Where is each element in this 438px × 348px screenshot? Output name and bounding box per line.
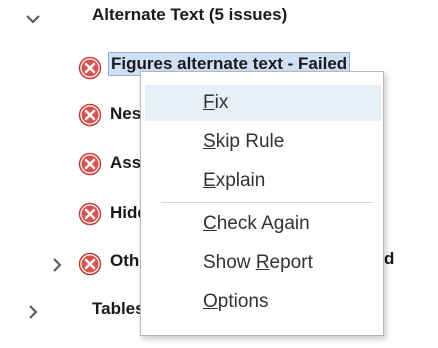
failed-x-icon bbox=[78, 56, 102, 80]
menu-item-label: Fix bbox=[203, 92, 229, 113]
menu-mnemonic: O bbox=[203, 291, 218, 312]
menu-mnemonic: S bbox=[203, 131, 216, 152]
failed-x-icon bbox=[78, 152, 102, 176]
menu-mnemonic: E bbox=[203, 170, 216, 191]
menu-item-label: Skip Rule bbox=[203, 131, 285, 152]
failed-x-icon bbox=[78, 252, 102, 276]
failed-x-icon bbox=[78, 202, 102, 226]
chevron-right-icon[interactable] bbox=[48, 256, 66, 274]
menu-mnemonic: C bbox=[203, 213, 217, 234]
menu-item-fix[interactable]: Fix bbox=[145, 85, 381, 121]
issue-label-trailing: d bbox=[384, 249, 395, 268]
menu-item-label: Explain bbox=[203, 170, 266, 191]
menu-item-label: Options bbox=[203, 291, 269, 312]
menu-mnemonic: F bbox=[203, 92, 215, 113]
section-title-tables[interactable]: Tables bbox=[92, 299, 145, 319]
menu-item-label: Check Again bbox=[203, 213, 310, 234]
menu-item-skip-rule[interactable]: Skip Rule bbox=[145, 124, 381, 160]
menu-item-explain[interactable]: Explain bbox=[145, 163, 381, 199]
context-menu: Fix Skip Rule Explain Check Again Show R… bbox=[140, 71, 384, 336]
menu-item-options[interactable]: Options bbox=[145, 284, 381, 320]
chevron-right-icon[interactable] bbox=[24, 303, 42, 321]
menu-mnemonic: R bbox=[255, 252, 270, 273]
failed-x-icon bbox=[78, 103, 102, 127]
menu-separator bbox=[161, 202, 373, 203]
chevron-down-icon[interactable] bbox=[24, 10, 42, 28]
section-title-alternate-text[interactable]: Alternate Text (5 issues) bbox=[92, 5, 287, 25]
menu-item-check-again[interactable]: Check Again bbox=[145, 206, 381, 242]
menu-item-show-report[interactable]: Show Report bbox=[145, 245, 381, 281]
menu-item-label: Show Report bbox=[203, 252, 313, 273]
